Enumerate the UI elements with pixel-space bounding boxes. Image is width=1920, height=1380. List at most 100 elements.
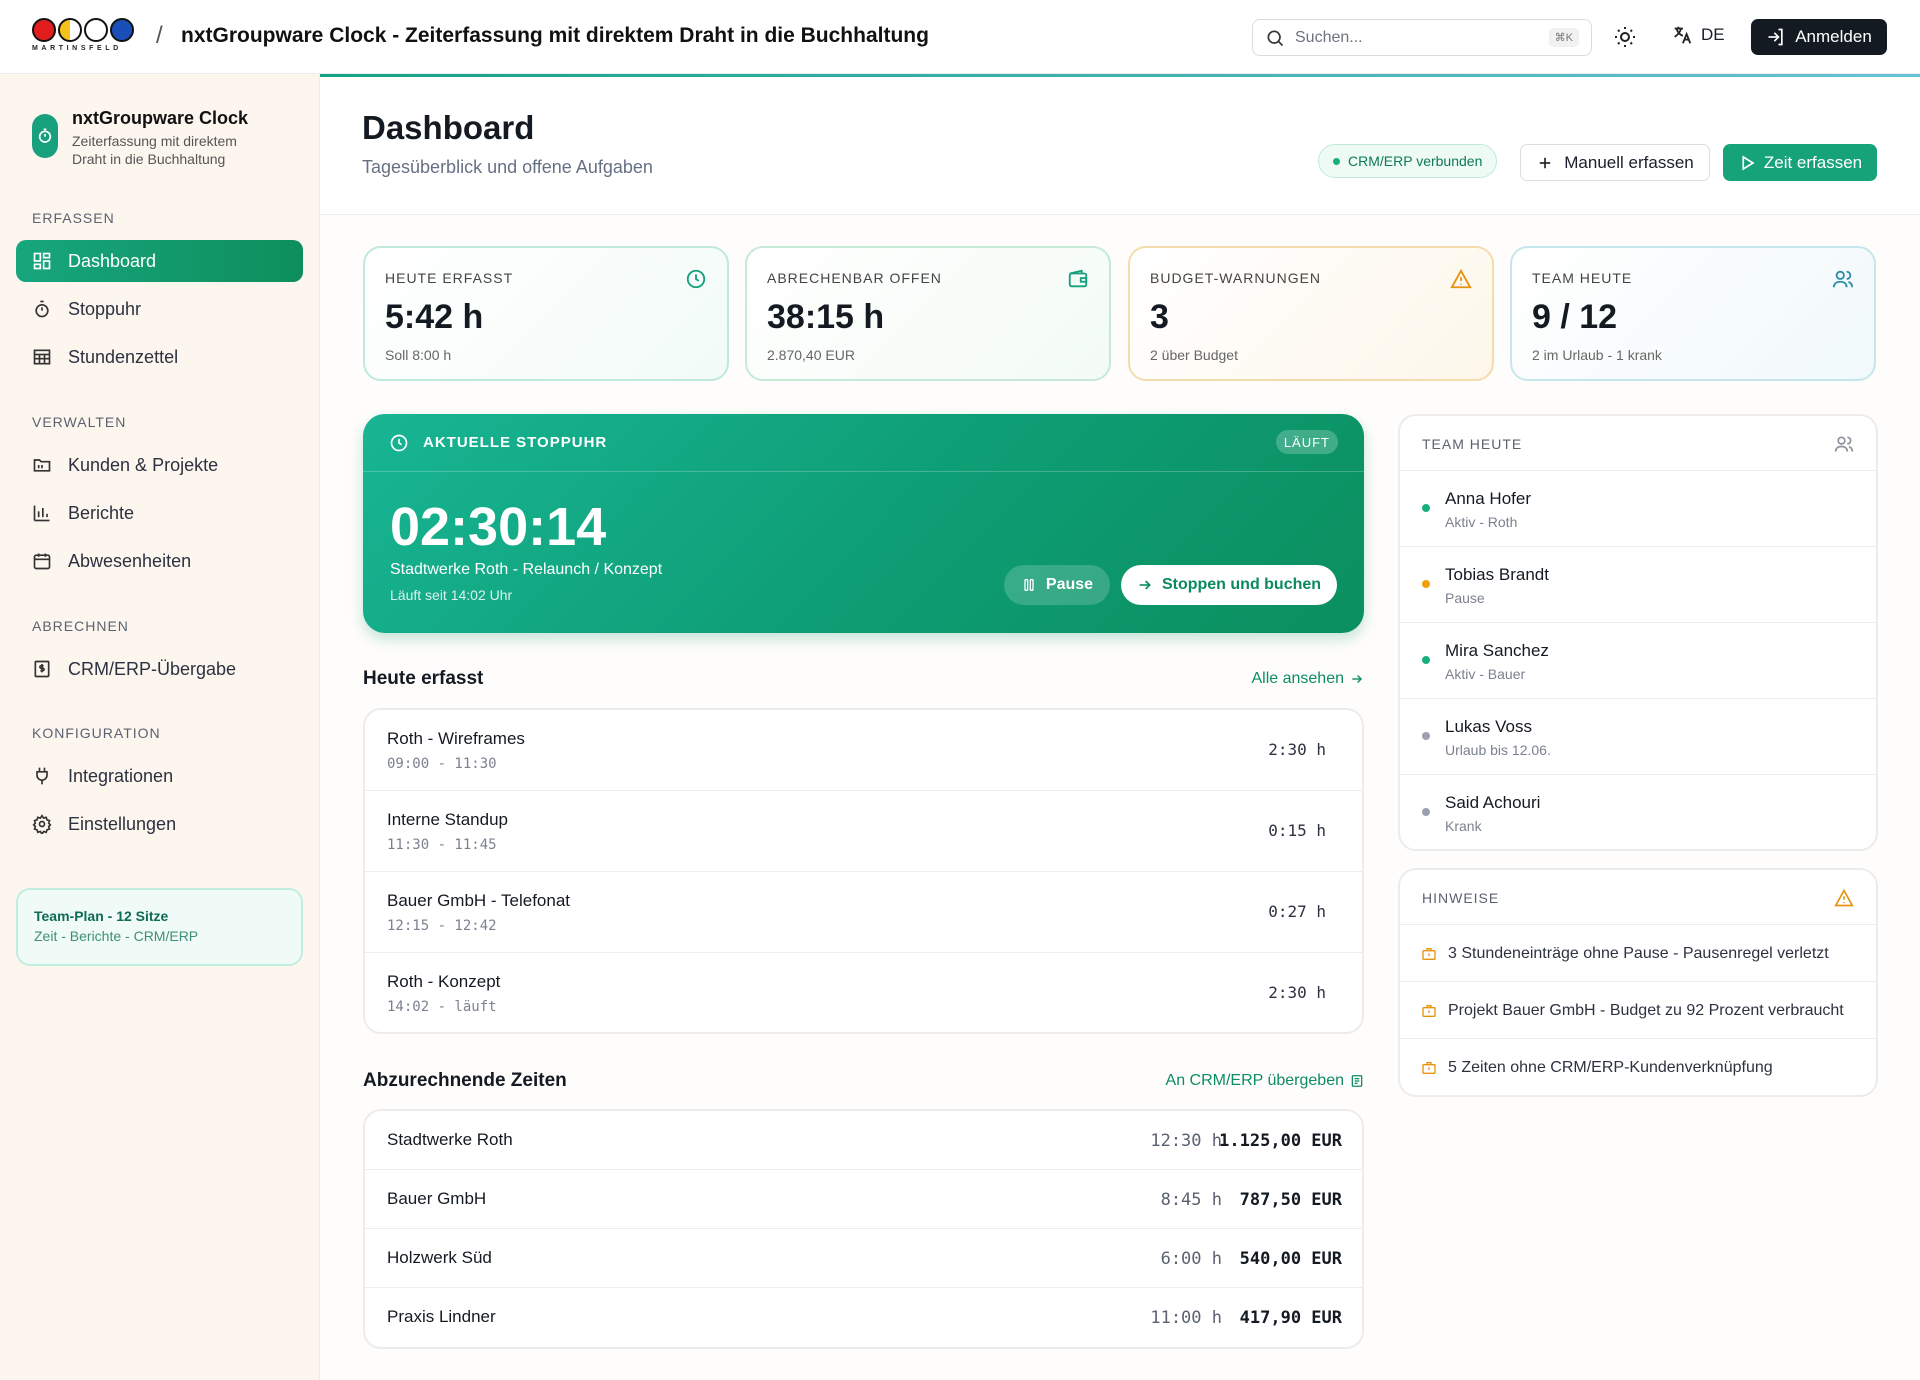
search-input[interactable]: Suchen...	[1295, 29, 1549, 47]
stat-card-billable[interactable]: ABRECHENBAR OFFEN 38:15 h 2.870,40 EUR	[745, 246, 1111, 381]
stat-sub: 2 über Budget	[1150, 347, 1238, 363]
team-today-panel: TEAM HEUTE Anna Hofer Aktiv - Roth Tobia…	[1398, 414, 1878, 851]
billing-amount: 787,50 EUR	[1239, 1190, 1342, 1210]
sidebar-item-label: Integrationen	[68, 765, 174, 786]
stat-label: ABRECHENBAR OFFEN	[767, 270, 942, 286]
client-name: Stadtwerke Roth	[387, 1130, 513, 1149]
billing-hours: 6:00 h	[1160, 1249, 1222, 1269]
entry-name: Bauer GmbH - Telefonat	[387, 891, 570, 910]
stopwatch-since: Läuft seit 14:02 Uhr	[390, 587, 513, 603]
wallet-icon	[1068, 269, 1088, 288]
presence-dot	[1422, 808, 1430, 816]
team-member[interactable]: Said Achouri Krank	[1400, 775, 1876, 849]
language-switcher[interactable]: DE	[1671, 24, 1725, 46]
stop-and-book-button[interactable]: Stoppen und buchen	[1121, 565, 1337, 605]
stat-card-budget[interactable]: BUDGET-WARNUNGEN 3 2 über Budget	[1128, 246, 1494, 381]
manual-entry-button[interactable]: Manuell erfassen	[1520, 144, 1710, 181]
team-member[interactable]: Mira Sanchez Aktiv - Bauer	[1400, 623, 1876, 699]
sidebar-item-kunden-projekte[interactable]: Kunden & Projekte	[16, 444, 303, 486]
sidebar-item-abwesenheiten[interactable]: Abwesenheiten	[16, 540, 303, 582]
transfer-label: An CRM/ERP übergeben	[1165, 1072, 1344, 1089]
stat-sub: 2 im Urlaub - 1 krank	[1532, 347, 1662, 363]
entry-name: Interne Standup	[387, 810, 508, 829]
member-name: Tobias Brandt	[1445, 565, 1549, 584]
stat-card-today[interactable]: HEUTE ERFASST 5:42 h Soll 8:00 h	[363, 246, 729, 381]
track-time-button[interactable]: Zeit erfassen	[1723, 144, 1877, 181]
stat-value: 3	[1150, 298, 1169, 336]
member-name: Said Achouri	[1445, 793, 1541, 812]
billing-hours: 12:30 h	[1150, 1131, 1222, 1151]
page-subtitle: Tagesüberblick und offene Aufgaben	[362, 157, 653, 177]
martinsfeld-logo[interactable]: MARTINSFELD	[32, 18, 138, 56]
entry-duration: 2:30 h	[1268, 740, 1326, 759]
billing-hours: 11:00 h	[1150, 1308, 1222, 1328]
member-status: Aktiv - Bauer	[1445, 666, 1526, 682]
login-label: Anmelden	[1795, 27, 1872, 46]
manual-entry-label: Manuell erfassen	[1564, 152, 1694, 172]
table-row[interactable]: Bauer GmbH 8:45 h 787,50 EUR	[365, 1170, 1362, 1229]
breadcrumb-separator: /	[156, 22, 163, 49]
page-title: Dashboard	[362, 109, 535, 146]
search-box[interactable]: Suchen... ⌘K	[1252, 19, 1592, 56]
billing-amount: 540,00 EUR	[1239, 1249, 1342, 1269]
calendar-icon	[33, 553, 51, 570]
users-icon	[1834, 436, 1854, 452]
users-icon	[1832, 270, 1854, 288]
language-label: DE	[1701, 25, 1725, 44]
arrow-right-icon	[1352, 675, 1363, 683]
stopwatch-brand-icon	[32, 114, 58, 158]
section-label-abrechnen: ABRECHNEN	[32, 618, 129, 634]
billing-list: Stadtwerke Roth 12:30 h 1.125,00 EUR Bau…	[363, 1109, 1364, 1349]
sun-icon[interactable]	[1613, 25, 1637, 49]
list-item[interactable]: Roth - Wireframes 09:00 - 11:30 2:30 h	[365, 710, 1362, 791]
sidebar-item-stundenzettel[interactable]: Stundenzettel	[16, 336, 303, 378]
sidebar-item-label: Stoppuhr	[68, 298, 142, 319]
team-member[interactable]: Lukas Voss Urlaub bis 12.06.	[1400, 699, 1876, 775]
presence-dot	[1422, 732, 1430, 740]
brand-subtitle: Zeiterfassung mit direktem Draht in die …	[72, 133, 237, 167]
list-item[interactable]: Interne Standup 11:30 - 11:45 0:15 h	[365, 791, 1362, 872]
list-item[interactable]: Roth - Konzept 14:02 - läuft 2:30 h	[365, 953, 1362, 1032]
sidebar-item-crm-erp[interactable]: CRM/ERP-Übergabe	[16, 648, 303, 690]
plan-subtitle: Zeit - Berichte - CRM/ERP	[34, 928, 199, 944]
pause-button[interactable]: Pause	[1004, 565, 1110, 605]
stat-value: 9 / 12	[1532, 298, 1618, 336]
stopwatch-title: AKTUELLE STOPPUHR	[423, 434, 608, 451]
sidebar-item-integrationen[interactable]: Integrationen	[16, 755, 303, 797]
search-shortcut: ⌘K	[1548, 28, 1579, 47]
entry-range: 14:02 - läuft	[387, 999, 497, 1015]
team-plan-card[interactable]: Team-Plan - 12 Sitze Zeit - Berichte - C…	[16, 888, 303, 966]
folder-icon	[33, 459, 51, 472]
sidebar-item-dashboard[interactable]: Dashboard	[16, 240, 303, 282]
stopwatch-time: 02:30:14	[390, 497, 607, 557]
login-button[interactable]: Anmelden	[1751, 19, 1887, 55]
sidebar-item-einstellungen[interactable]: Einstellungen	[16, 803, 303, 845]
transfer-crm-link[interactable]: An CRM/ERP übergeben	[1166, 1072, 1364, 1090]
hint-item[interactable]: 5 Zeiten ohne CRM/ERP-Kundenverknüpfung	[1400, 1039, 1876, 1095]
hint-item[interactable]: 3 Stundeneinträge ohne Pause - Pausenreg…	[1400, 925, 1876, 982]
today-entries-list: Roth - Wireframes 09:00 - 11:30 2:30 h I…	[363, 708, 1364, 1034]
dashboard-icon	[33, 252, 51, 270]
sidebar-item-label: Berichte	[68, 502, 135, 523]
stopwatch-card: AKTUELLE STOPPUHR LÄUFT 02:30:14 Stadtwe…	[363, 414, 1364, 633]
table-row[interactable]: Stadtwerke Roth 12:30 h 1.125,00 EUR	[365, 1111, 1362, 1170]
hint-item[interactable]: Projekt Bauer GmbH - Budget zu 92 Prozen…	[1400, 982, 1876, 1039]
crm-connected-badge: CRM/ERP verbunden	[1318, 144, 1498, 178]
view-all-link[interactable]: Alle ansehen	[1251, 670, 1364, 688]
stopwatch-icon	[35, 300, 49, 318]
sidebar-item-berichte[interactable]: Berichte	[16, 492, 303, 534]
list-item[interactable]: Bauer GmbH - Telefonat 12:15 - 12:42 0:2…	[365, 872, 1362, 953]
login-icon	[1768, 28, 1783, 46]
stat-card-team[interactable]: TEAM HEUTE 9 / 12 2 im Urlaub - 1 krank	[1510, 246, 1876, 381]
table-row[interactable]: Praxis Lindner 11:00 h 417,90 EUR	[365, 1288, 1362, 1347]
sidebar-item-stoppuhr[interactable]: Stoppuhr	[16, 288, 303, 330]
entry-range: 09:00 - 11:30	[387, 756, 497, 772]
table-row[interactable]: Holzwerk Süd 6:00 h 540,00 EUR	[365, 1229, 1362, 1288]
briefcase-icon	[1422, 948, 1436, 960]
team-member[interactable]: Anna Hofer Aktiv - Roth	[1400, 471, 1876, 547]
team-member[interactable]: Tobias Brandt Pause	[1400, 547, 1876, 623]
gear-icon	[32, 814, 52, 834]
entry-duration: 0:27 h	[1268, 902, 1326, 921]
client-name: Holzwerk Süd	[387, 1248, 492, 1267]
entry-name: Roth - Konzept	[387, 972, 501, 991]
